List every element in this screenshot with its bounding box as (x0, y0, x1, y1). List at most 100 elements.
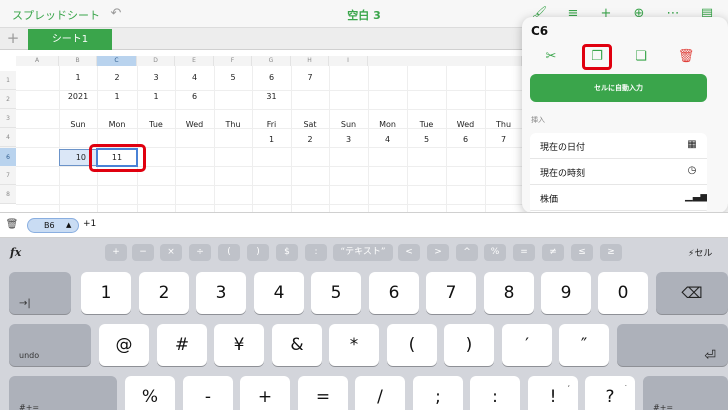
row-header-6[interactable]: 6 (0, 148, 16, 167)
op-key-greater[interactable]: > (427, 244, 449, 261)
key-open-paren[interactable]: ( (387, 324, 437, 366)
undo-key[interactable]: undo (9, 324, 91, 366)
cell-mode-toggle[interactable]: ⚡セル (688, 246, 712, 259)
cell-f4[interactable]: Thu (214, 115, 252, 134)
column-header-b[interactable]: B (59, 56, 97, 66)
op-key-plus[interactable]: + (105, 244, 127, 261)
cell-l5[interactable]: 6 (446, 130, 485, 149)
key-minus[interactable]: - (183, 376, 233, 410)
key-1[interactable]: 1 (81, 272, 131, 314)
cell-m5[interactable]: 7 (485, 130, 522, 149)
cell-i5[interactable]: 3 (329, 130, 368, 149)
key-4[interactable]: 4 (254, 272, 304, 314)
cell-reference-token[interactable]: B6 ▲ (27, 218, 79, 233)
key-9[interactable]: 9 (541, 272, 591, 314)
key-5[interactable]: 5 (311, 272, 361, 314)
op-key-not-equal[interactable]: ≠ (542, 244, 564, 261)
tab-sheet1[interactable]: シート1 (28, 29, 112, 50)
key-prime[interactable]: ′ (502, 324, 552, 366)
return-key[interactable]: ⏎ (617, 324, 728, 366)
key-double-prime[interactable]: ″ (559, 324, 609, 366)
key-slash[interactable]: / (355, 376, 405, 410)
key-3[interactable]: 3 (196, 272, 246, 314)
key-exclamation[interactable]: !, (528, 376, 578, 410)
key-equal[interactable]: = (298, 376, 348, 410)
column-header-c[interactable]: C (97, 56, 137, 66)
cell-g5[interactable]: 1 (252, 130, 291, 149)
cell-k5[interactable]: 5 (407, 130, 446, 149)
key-hash[interactable]: # (157, 324, 207, 366)
cell-d4[interactable]: Tue (137, 115, 175, 134)
cell-c4[interactable]: Mon (97, 115, 137, 134)
cell-b1[interactable]: 1 (59, 68, 97, 87)
cell-g1[interactable]: 6 (252, 68, 291, 87)
key-8[interactable]: 8 (484, 272, 534, 314)
formula-bar[interactable]: 🗑 B6 ▲ +1 (0, 212, 728, 238)
column-header-i[interactable]: I (329, 56, 368, 66)
row-header-3[interactable]: 3 (0, 109, 16, 128)
cell-c2[interactable]: 1 (97, 87, 137, 106)
key-plus[interactable]: + (240, 376, 290, 410)
op-key-text[interactable]: “テキスト” (333, 244, 393, 261)
column-header-a[interactable]: A (16, 56, 59, 66)
cell-b2[interactable]: 2021 (59, 87, 97, 106)
op-key-caret[interactable]: ^ (456, 244, 478, 261)
cell-b4[interactable]: Sun (59, 115, 97, 134)
row-header-1[interactable]: 1 (0, 71, 16, 90)
scissors-icon[interactable]: ✂ (540, 47, 562, 67)
insert-current-time[interactable]: 現在の時刻 ◷ (530, 159, 707, 185)
cell-d2[interactable]: 1 (137, 87, 175, 106)
key-close-paren[interactable]: ) (444, 324, 494, 366)
trash-icon[interactable]: 🗑 (675, 47, 697, 67)
delete-key[interactable]: ⌫ (656, 272, 728, 314)
symbols-key-right[interactable]: #+= (643, 376, 728, 410)
tab-key[interactable]: →| (9, 272, 71, 314)
cell-c1[interactable]: 2 (97, 68, 137, 87)
key-percent[interactable]: % (125, 376, 175, 410)
cell-g2[interactable]: 31 (252, 87, 291, 106)
key-colon[interactable]: : (470, 376, 520, 410)
formula-trash-icon[interactable]: 🗑 (5, 218, 19, 232)
key-0[interactable]: 0 (598, 272, 648, 314)
row-header-4[interactable]: 4 (0, 128, 16, 147)
op-key-greater-equal[interactable]: ≥ (600, 244, 622, 261)
op-key-minus[interactable]: − (132, 244, 154, 261)
insert-current-date[interactable]: 現在の日付 ▦ (530, 133, 707, 159)
op-key-less-equal[interactable]: ≤ (571, 244, 593, 261)
column-header-g[interactable]: G (252, 56, 291, 66)
add-sheet-button[interactable]: + (4, 30, 22, 48)
cell-f1[interactable]: 5 (214, 68, 252, 87)
key-asterisk[interactable]: * (329, 324, 379, 366)
cell-e1[interactable]: 4 (175, 68, 214, 87)
token-dropdown-icon[interactable]: ▲ (66, 219, 71, 232)
key-at[interactable]: @ (99, 324, 149, 366)
row-header-7[interactable]: 7 (0, 166, 16, 185)
op-key-percent[interactable]: % (484, 244, 506, 261)
cell-d1[interactable]: 3 (137, 68, 175, 87)
column-header-d[interactable]: D (137, 56, 175, 66)
fx-icon[interactable]: fx (10, 246, 21, 259)
op-key-less[interactable]: < (398, 244, 420, 261)
key-yen[interactable]: ¥ (214, 324, 264, 366)
cell-j5[interactable]: 4 (368, 130, 407, 149)
op-key-colon[interactable]: : (305, 244, 327, 261)
cell-h5[interactable]: 2 (291, 130, 329, 149)
op-key-divide[interactable]: ÷ (189, 244, 211, 261)
paste-icon[interactable]: ❏ (630, 47, 652, 67)
autofill-cells-button[interactable]: セルに自動入力 (530, 74, 707, 102)
column-header-h[interactable]: H (291, 56, 329, 66)
row-header-2[interactable]: 2 (0, 90, 16, 109)
insert-stock[interactable]: 株価 ▁▃▅ (530, 185, 707, 211)
row-header-8[interactable]: 8 (0, 185, 16, 204)
key-question[interactable]: ?. (585, 376, 635, 410)
op-key-multiply[interactable]: × (160, 244, 182, 261)
symbols-key[interactable]: #+= (9, 376, 117, 410)
key-2[interactable]: 2 (139, 272, 189, 314)
column-header-f[interactable]: F (214, 56, 252, 66)
key-7[interactable]: 7 (426, 272, 476, 314)
column-header-e[interactable]: E (175, 56, 214, 66)
op-key-open-paren[interactable]: ( (218, 244, 240, 261)
op-key-dollar[interactable]: $ (276, 244, 298, 261)
key-ampersand[interactable]: & (272, 324, 322, 366)
op-key-equal[interactable]: = (513, 244, 535, 261)
